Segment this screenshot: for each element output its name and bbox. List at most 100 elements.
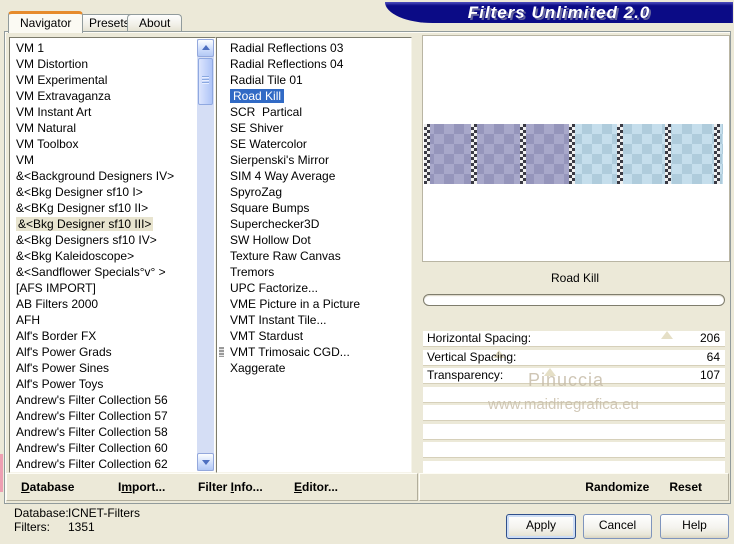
category-item[interactable]: Alf's Power Toys — [11, 376, 197, 392]
category-item[interactable]: VM Instant Art — [11, 104, 197, 120]
filter-item[interactable]: Radial Tile 01 — [218, 72, 410, 88]
preview-area — [422, 35, 730, 262]
filter-item[interactable]: SW Hollow Dot — [218, 232, 410, 248]
checker-blue-section — [572, 124, 723, 184]
category-list: VM 1 VM Distortion VM Experimental VM Extra… — [9, 37, 216, 473]
filters-unlimited-window: Filters Unlimited 2.0 Navigator Presets … — [0, 0, 734, 544]
filter-item[interactable]: SE Shiver — [218, 120, 410, 136]
filters-count-value: 1351 — [68, 520, 95, 534]
command-bar-right: Randomize Reset — [419, 473, 729, 501]
category-item[interactable]: &<Bkg Kaleidoscope> — [11, 248, 197, 264]
database-status-value: ICNET-Filters — [68, 506, 140, 520]
parameter-slider-row[interactable]: Vertical Spacing: 64 — [423, 349, 725, 366]
category-item[interactable]: Andrew's Filter Collection 60 — [11, 440, 197, 456]
category-item[interactable]: &<Sandflower Specials°v° > — [11, 264, 197, 280]
zipper-stripe — [424, 124, 430, 184]
filter-list-items: Radial Reflections 03 Radial Reflections … — [218, 39, 410, 471]
parameter-value: 206 — [699, 331, 720, 345]
list-lines-icon — [219, 347, 224, 357]
reset-button[interactable]: Reset — [669, 474, 702, 500]
filter-item[interactable]: Square Bumps — [218, 200, 410, 216]
scrollbar-thumb[interactable] — [198, 58, 213, 105]
cancel-button[interactable]: Cancel — [583, 514, 652, 539]
zipper-stripe — [569, 124, 575, 184]
category-item[interactable]: VM Natural — [11, 120, 197, 136]
filter-item[interactable]: Road Kill — [218, 88, 410, 104]
category-item[interactable]: &<Bkg Designer sf10 I> — [11, 184, 197, 200]
category-list-items: VM 1 VM Distortion VM Experimental VM Extra… — [11, 39, 197, 471]
empty-parameter-row — [423, 442, 725, 458]
category-item[interactable]: Andrew's Filter Collection 58 — [11, 424, 197, 440]
watermark-line2: www.maidiregrafica.eu — [488, 396, 639, 413]
category-item[interactable]: Andrew's Filter Collection 57 — [11, 408, 197, 424]
zipper-stripe — [617, 124, 623, 184]
filter-item[interactable]: VMT Stardust — [218, 328, 410, 344]
filter-item[interactable]: SCR Partical — [218, 104, 410, 120]
category-scrollbar[interactable] — [197, 39, 214, 471]
category-item[interactable]: VM 1 — [11, 40, 197, 56]
category-item[interactable]: AB Filters 2000 — [11, 296, 197, 312]
checker-purple-section — [424, 124, 572, 184]
category-item[interactable]: &<Bkg Designers sf10 IV> — [11, 232, 197, 248]
filter-item[interactable]: Sierpenski's Mirror — [218, 152, 410, 168]
randomize-button[interactable]: Randomize — [585, 474, 649, 500]
tab-navigator[interactable]: Navigator — [8, 11, 84, 33]
help-button[interactable]: Help — [660, 514, 729, 539]
database-button[interactable]: Database — [21, 474, 74, 500]
parameter-label: Vertical Spacing: — [427, 349, 517, 364]
scroll-down-icon[interactable] — [197, 453, 214, 471]
zipper-stripe — [665, 124, 671, 184]
category-item[interactable]: VM Extravaganza — [11, 88, 197, 104]
category-item[interactable]: VM Toolbox — [11, 136, 197, 152]
filters-count-label: Filters: — [14, 520, 50, 534]
filter-item[interactable]: VME Picture in a Picture — [218, 296, 410, 312]
filter-item[interactable]: Superchecker3D — [218, 216, 410, 232]
filter-item[interactable]: SE Watercolor — [218, 136, 410, 152]
editor-button[interactable]: Editor... — [294, 474, 338, 500]
edge-artifact — [0, 454, 3, 492]
category-item[interactable]: VM — [11, 152, 197, 168]
filter-item[interactable]: Texture Raw Canvas — [218, 248, 410, 264]
slider-position-marker[interactable] — [661, 331, 674, 339]
apply-button[interactable]: Apply — [506, 514, 576, 539]
zipper-stripe — [714, 124, 720, 184]
filter-info-button[interactable]: Filter Info... — [198, 474, 263, 500]
category-item[interactable]: AFH — [11, 312, 197, 328]
preview-slider[interactable] — [423, 294, 725, 306]
category-item[interactable]: [AFS IMPORT] — [11, 280, 197, 296]
category-item[interactable]: Alf's Power Sines — [11, 360, 197, 376]
parameter-label: Horizontal Spacing: — [427, 331, 532, 345]
filter-item[interactable]: Radial Reflections 04 — [218, 56, 410, 72]
filter-item[interactable]: VMT Trimosaic CGD... — [218, 344, 410, 360]
category-item[interactable]: Alf's Power Grads — [11, 344, 197, 360]
database-status-label: Database: — [14, 506, 69, 520]
category-item[interactable]: VM Experimental — [11, 72, 197, 88]
command-bar-left: Database Import... Filter Info... Editor… — [6, 473, 418, 501]
zipper-stripe — [471, 124, 477, 184]
category-item[interactable]: VM Distortion — [11, 56, 197, 72]
filter-item[interactable]: Xaggerate — [218, 360, 410, 376]
filter-item[interactable]: UPC Factorize... — [218, 280, 410, 296]
category-item[interactable]: &<BKg Designer sf10 II> — [11, 200, 197, 216]
import-button[interactable]: Import... — [118, 474, 165, 500]
parameter-slider-row[interactable]: Horizontal Spacing: 206 — [423, 331, 725, 347]
zipper-stripe — [520, 124, 526, 184]
filter-item[interactable]: Radial Reflections 03 — [218, 40, 410, 56]
category-item[interactable]: Alf's Border FX — [11, 328, 197, 344]
category-item[interactable]: &<Background Designers IV> — [11, 168, 197, 184]
parameter-label: Transparency: — [427, 368, 504, 382]
navigator-tab-page: VM 1 VM Distortion VM Experimental VM Extra… — [4, 31, 731, 504]
category-item[interactable]: Andrew's Filter Collection 56 — [11, 392, 197, 408]
filter-item[interactable]: VMT Instant Tile... — [218, 312, 410, 328]
category-item[interactable]: &<Bkg Designer sf10 III> — [11, 216, 197, 232]
filter-item[interactable]: SIM 4 Way Average — [218, 168, 410, 184]
app-title-banner: Filters Unlimited 2.0 — [385, 2, 733, 23]
filter-item[interactable]: SpyroZag — [218, 184, 410, 200]
filter-list: Radial Reflections 03 Radial Reflections … — [216, 37, 412, 473]
parameter-value: 64 — [706, 349, 720, 364]
filter-item[interactable]: Tremors — [218, 264, 410, 280]
scroll-up-icon[interactable] — [197, 39, 214, 57]
tab-about[interactable]: About — [127, 14, 183, 31]
app-title: Filters Unlimited 2.0 — [467, 3, 651, 22]
category-item[interactable]: Andrew's Filter Collection 62 — [11, 456, 197, 471]
